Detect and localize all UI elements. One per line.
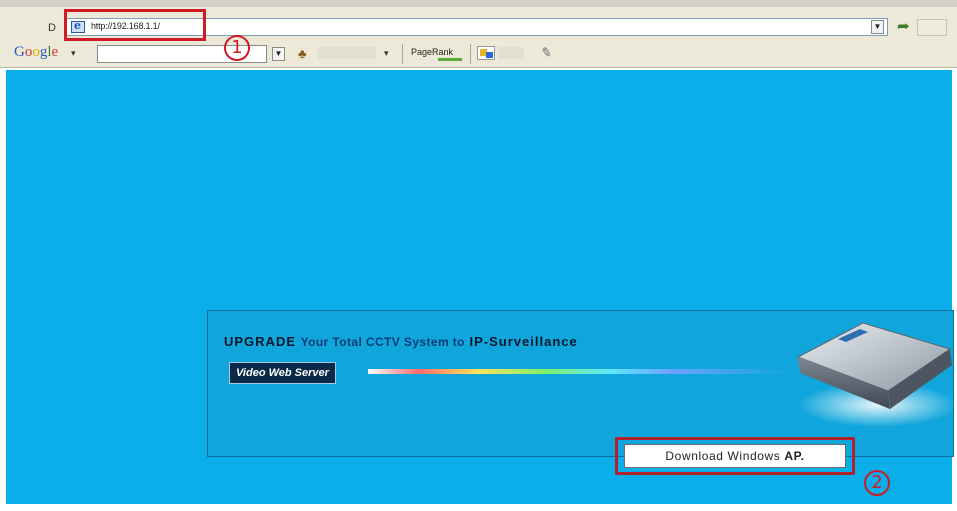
download-button-bold: AP. [784, 449, 805, 463]
step-marker-1: 1 [224, 35, 250, 61]
pagerank-bar [438, 58, 462, 61]
rainbow-streak [368, 369, 788, 374]
pagerank-label[interactable]: PageRank [411, 47, 453, 57]
search-history-dropdown[interactable]: ▼ [272, 47, 285, 61]
pencil-icon[interactable]: ✎ [540, 44, 553, 62]
toolbar-separator [402, 44, 403, 64]
banner-headline: UPGRADE Your Total CCTV System to IP-Sur… [224, 334, 578, 349]
video-server-device-image [796, 322, 957, 427]
toolbar-separator [470, 44, 471, 64]
popup-blocker-icon[interactable] [477, 46, 495, 60]
window-edge [0, 0, 957, 7]
search-button-area[interactable] [318, 47, 376, 59]
url-highlight-frame [64, 9, 206, 41]
download-button-text: Download Windows [665, 449, 781, 463]
go-button[interactable] [917, 19, 947, 36]
google-toolbar: Google ▾ ▼ ♣ ▾ PageRank ✎ [0, 40, 957, 68]
search-options-caret[interactable]: ▾ [384, 48, 389, 59]
download-windows-ap-button[interactable]: Download Windows AP. [624, 444, 846, 468]
search-web-icon[interactable]: ♣ [298, 46, 307, 61]
headline-middle: Your Total CCTV System to [300, 335, 465, 349]
product-banner: UPGRADE Your Total CCTV System to IP-Sur… [207, 310, 957, 457]
headline-ip-surveillance: IP-Surveillance [469, 334, 578, 349]
address-label: D [48, 22, 56, 34]
popup-count-area [498, 47, 524, 59]
go-arrow-icon[interactable]: ➦ [897, 19, 910, 35]
step-marker-2: 2 [864, 470, 890, 496]
google-menu-caret[interactable]: ▾ [71, 48, 76, 59]
video-web-server-label: Video Web Server [229, 362, 336, 384]
google-logo[interactable]: Google [14, 44, 58, 61]
url-dropdown-button[interactable]: ▼ [871, 20, 884, 34]
headline-upgrade: UPGRADE [224, 334, 297, 349]
